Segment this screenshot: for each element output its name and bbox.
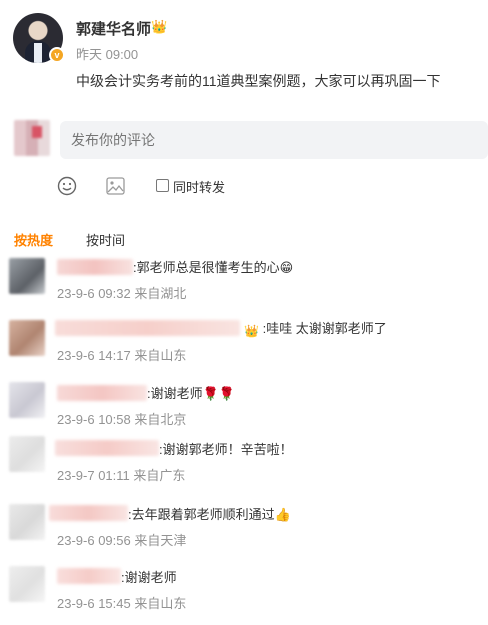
avatar-shirt xyxy=(34,43,42,63)
image-icon[interactable] xyxy=(106,177,125,195)
comment-input[interactable] xyxy=(60,121,488,159)
repost-label[interactable]: 同时转发 xyxy=(173,177,225,196)
post-time: 昨天 09:00 xyxy=(76,47,139,62)
comment-meta: 23-9-6 14:17 来自山东 xyxy=(57,348,187,363)
comment-meta: 23-9-6 09:56 来自天津 xyxy=(57,533,187,548)
author-name[interactable]: 郭建华名师 xyxy=(76,18,151,39)
comment-avatar[interactable] xyxy=(9,504,45,540)
comment-avatar[interactable] xyxy=(9,320,45,356)
comment-username[interactable] xyxy=(57,568,121,584)
comment-meta: 23-9-6 15:45 来自山东 xyxy=(57,596,187,611)
crown-badge-icon: 👑 xyxy=(151,19,168,34)
comment-text: :谢谢郭老师！辛苦啦！ xyxy=(159,442,293,457)
comment-meta: 23-9-6 10:58 来自北京 xyxy=(57,412,187,427)
emoji-icon[interactable] xyxy=(57,176,77,196)
comment-username[interactable] xyxy=(55,320,240,336)
comment-text: :谢谢老师🌹🌹 xyxy=(147,386,235,401)
tab-sort-hot[interactable]: 按热度 xyxy=(14,230,53,249)
comment-username[interactable] xyxy=(57,385,147,401)
comment-text: :郭老师总是很懂考生的心😁 xyxy=(133,260,294,275)
comment-meta: 23-9-7 01:11 来自广东 xyxy=(57,468,186,483)
verified-badge-icon: v xyxy=(49,47,65,63)
comment-text: :谢谢老师 xyxy=(121,570,177,585)
comment-avatar[interactable] xyxy=(9,382,45,418)
comment-username[interactable] xyxy=(49,505,128,521)
comment-text-body: :哇哇 太谢谢郭老师了 xyxy=(262,321,387,336)
comment-username[interactable] xyxy=(57,259,133,275)
crown-badge-icon: 👑 xyxy=(244,324,259,338)
comment-meta: 23-9-6 09:32 来自湖北 xyxy=(57,286,187,301)
comment-avatar[interactable] xyxy=(9,566,45,602)
comment-avatar[interactable] xyxy=(9,258,45,294)
comment-text: 👑 :哇哇 太谢谢郭老师了 xyxy=(244,321,387,339)
comment-text: :去年跟着郭老师顺利通过👍 xyxy=(128,507,291,522)
my-avatar xyxy=(14,120,50,156)
repost-checkbox[interactable] xyxy=(156,179,169,192)
comment-username[interactable] xyxy=(55,440,159,456)
comment-avatar[interactable] xyxy=(9,436,45,472)
post-text: 中级会计实务考前的11道典型案例题，大家可以再巩固一下 xyxy=(76,73,441,89)
tab-sort-time[interactable]: 按时间 xyxy=(86,230,125,249)
